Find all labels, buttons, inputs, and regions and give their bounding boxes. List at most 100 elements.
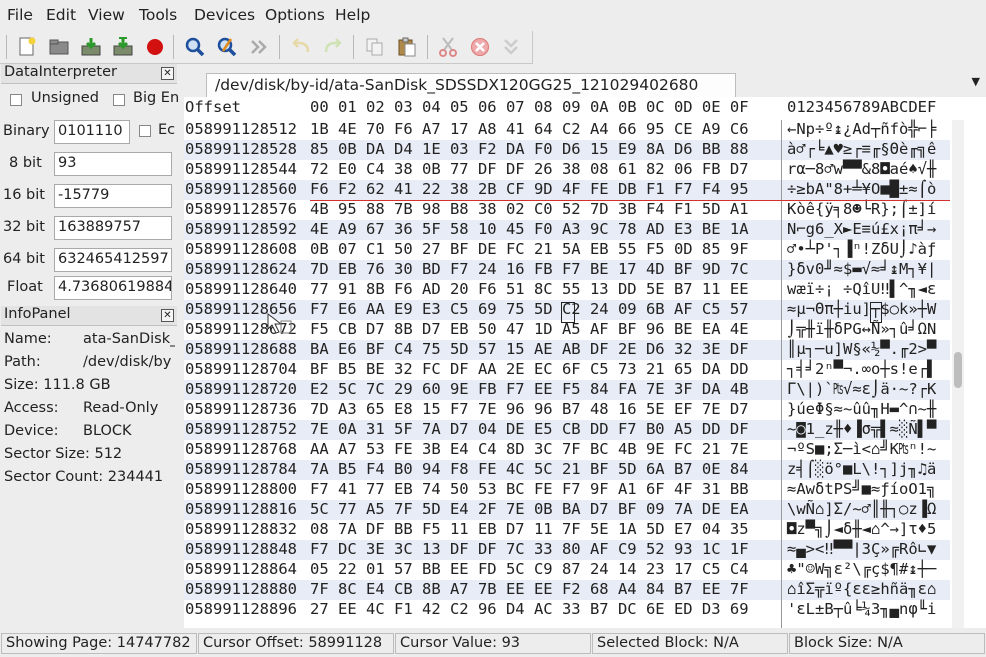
copy-icon[interactable] — [364, 36, 386, 58]
menu-devices[interactable]: Devices — [194, 6, 255, 24]
big-endian-checkbox[interactable] — [113, 94, 125, 106]
row-offset[interactable]: 058991128560 — [185, 180, 297, 198]
row-ascii[interactable]: ⌂îΣ╦ïº{εε≥hñä╖ε⌂ — [787, 580, 936, 598]
row-ascii[interactable]: ≈▄><‼▀▀|3Ç»╔Rô∟▼ — [787, 540, 936, 558]
bit16-field[interactable]: -15779 — [54, 184, 172, 208]
row-ascii[interactable]: 'εL±B┬û╘¼3╖▄nφ╙i — [787, 600, 936, 618]
find-replace-icon[interactable] — [216, 36, 238, 58]
row-offset[interactable]: 058991128512 — [185, 120, 297, 138]
row-offset[interactable]: 058991128784 — [185, 460, 297, 478]
hex-row[interactable]: 058991128576 4B 95 88 7B 98 B8 38 02 C0 5… — [184, 200, 950, 220]
scrollbar-thumb[interactable] — [954, 352, 962, 388]
row-hex-bytes[interactable]: F6 F2 62 41 22 38 2B CF 9D 4F FE DB F1 F… — [310, 180, 749, 198]
bit32-field[interactable]: 163889757 — [54, 216, 172, 240]
save-as-icon[interactable] — [112, 36, 134, 58]
row-ascii[interactable]: ~◙1_z╫♦▐σ╦▌≈░Ñ▌▀ — [787, 420, 936, 438]
goto-icon[interactable] — [248, 36, 270, 58]
row-ascii[interactable]: wæï÷¡ ÷QîU‼▌^╖◄ε — [787, 280, 936, 298]
hex-row[interactable]: 058991128720 E2 5C 7C 29 60 9E FB F7 EE F… — [184, 380, 950, 400]
hex-row[interactable]: 058991128704 BF B5 BE 32 FC DF AA 2E EC 6… — [184, 360, 950, 380]
hex-row[interactable]: 058991128640 77 91 8B F6 AD 20 F6 51 8C 5… — [184, 280, 950, 300]
record-icon[interactable] — [144, 36, 166, 58]
row-offset[interactable]: 058991128576 — [185, 200, 297, 218]
redo-icon[interactable] — [322, 36, 344, 58]
row-offset[interactable]: 058991128736 — [185, 400, 297, 418]
row-offset[interactable]: 058991128832 — [185, 520, 297, 538]
open-icon[interactable] — [48, 36, 70, 58]
row-ascii[interactable]: \wÑ⌂]Σ/~♂║╫┐○z▐Ω — [787, 500, 936, 518]
hex-row[interactable]: 058991128688 BA E6 BF C4 75 5D 57 15 AE A… — [184, 340, 950, 360]
unsigned-checkbox[interactable] — [10, 94, 22, 106]
bit8-field[interactable]: 93 — [54, 152, 172, 176]
row-offset[interactable]: 058991128864 — [185, 560, 297, 578]
row-hex-bytes[interactable]: 7E 0A 31 5F 7A D7 04 DE E5 CB DD F7 B0 A… — [310, 420, 749, 438]
row-ascii[interactable]: ÷≥bA"8+╧¥O■█±≈⌠ò — [787, 180, 936, 198]
undo-icon[interactable] — [290, 36, 312, 58]
hex-row[interactable]: 058991128512 1B 4E 70 F6 A7 17 A8 41 64 C… — [184, 120, 950, 140]
hex-row[interactable]: 058991128848 F7 DC 3E 3C 13 DF DF 7C 33 8… — [184, 540, 950, 560]
row-hex-bytes[interactable]: 7A B5 F4 B0 94 F8 FE 4C 5C 21 BF 5D 6A B… — [310, 460, 749, 478]
hex-row[interactable]: 058991128592 4E A9 67 36 5F 58 10 45 F0 A… — [184, 220, 950, 240]
row-hex-bytes[interactable]: AA A7 53 FE 3B E4 C4 8D 3C 7F BC 4B 9E F… — [310, 440, 749, 458]
row-ascii[interactable]: ¬ºS■;Σ─ì<⌂╝K₧ⁿ!~ — [787, 440, 936, 458]
row-ascii[interactable]: z╡⌠░ö°■L\!┐]j╖♫ä — [787, 460, 936, 478]
insert-icon[interactable] — [500, 36, 522, 58]
row-offset[interactable]: 058991128640 — [185, 280, 297, 298]
row-hex-bytes[interactable]: 7D A3 65 E8 15 F7 7E 96 96 B7 48 16 5E E… — [310, 400, 749, 418]
save-icon[interactable] — [80, 36, 102, 58]
row-offset[interactable]: 058991128528 — [185, 140, 297, 158]
row-ascii[interactable]: à♂┌╘▲♥≥┌≡╓§Θè╓╗ê — [787, 140, 936, 158]
close-icon[interactable]: ✕ — [161, 309, 174, 322]
close-icon[interactable]: ✕ — [161, 67, 174, 80]
row-hex-bytes[interactable]: F7 DC 3E 3C 13 DF DF 7C 33 80 AF C9 52 9… — [310, 540, 749, 558]
menu-file[interactable]: File — [7, 6, 33, 24]
menu-edit[interactable]: Edit — [46, 6, 76, 24]
menu-help[interactable]: Help — [335, 6, 370, 24]
row-hex-bytes[interactable]: 7D EB 76 30 BD F7 24 16 FB F7 BE 17 4D B… — [310, 260, 749, 278]
row-ascii[interactable]: ♂•┴P'┐▐ⁿ!ZδU⌡♪àƒ — [787, 240, 936, 258]
row-ascii[interactable]: ←Np÷º↨¿Ad┬ñfò╬⌐╞ — [787, 120, 936, 138]
row-offset[interactable]: 058991128768 — [185, 440, 297, 458]
delete-icon[interactable] — [469, 36, 491, 58]
row-hex-bytes[interactable]: E2 5C 7C 29 60 9E FB F7 EE F5 84 FA 7E 3… — [310, 380, 749, 398]
cut-icon[interactable] — [437, 36, 459, 58]
row-offset[interactable]: 058991128592 — [185, 220, 297, 238]
row-offset[interactable]: 058991128720 — [185, 380, 297, 398]
row-hex-bytes[interactable]: 72 E0 C4 38 0B 77 DF DF 26 38 08 61 82 0… — [310, 160, 749, 178]
binary-field[interactable]: 0101110 — [54, 120, 130, 144]
row-offset[interactable]: 058991128608 — [185, 240, 297, 258]
hex-row[interactable]: 058991128880 7F 8C E4 CB 8B A7 7B EE EE F… — [184, 580, 950, 600]
row-offset[interactable]: 058991128848 — [185, 540, 297, 558]
row-hex-bytes[interactable]: 5C 77 A5 7F 5D E4 2F 7E 0B BA D7 BF 09 7… — [310, 500, 749, 518]
row-hex-bytes[interactable]: 85 0B DA D4 1E 03 F2 DA F0 D6 15 E9 8A D… — [310, 140, 749, 158]
row-offset[interactable]: 058991128816 — [185, 500, 297, 518]
tab-list-icon[interactable]: ▼ — [972, 75, 980, 88]
hex-row[interactable]: 058991128544 72 E0 C4 38 0B 77 DF DF 26 3… — [184, 160, 950, 180]
hex-row[interactable]: 058991128768 AA A7 53 FE 3B E4 C4 8D 3C 7… — [184, 440, 950, 460]
row-hex-bytes[interactable]: 05 22 01 57 BB EE FD 5C C9 87 24 14 23 1… — [310, 560, 749, 578]
row-hex-bytes[interactable]: 27 EE 4C F1 42 C2 96 D4 AC 33 B7 DC 6E E… — [310, 600, 749, 618]
row-hex-bytes[interactable]: F5 CB D7 8B D7 EB 50 47 1D A5 AF BF 96 B… — [310, 320, 749, 338]
hex-row[interactable]: 058991128528 85 0B DA D4 1E 03 F2 DA F0 D… — [184, 140, 950, 160]
row-hex-bytes[interactable]: F7 E6 AA E9 E3 C5 69 75 5D C2 24 09 6B A… — [310, 300, 749, 318]
hex-row[interactable]: 058991128560 F6 F2 62 41 22 38 2B CF 9D 4… — [184, 180, 950, 200]
hex-row[interactable]: 058991128784 7A B5 F4 B0 94 F8 FE 4C 5C 2… — [184, 460, 950, 480]
hex-row[interactable]: 058991128864 05 22 01 57 BB EE FD 5C C9 8… — [184, 560, 950, 580]
ec-checkbox[interactable] — [139, 125, 151, 137]
hex-row[interactable]: 058991128816 5C 77 A5 7F 5D E4 2F 7E 0B B… — [184, 500, 950, 520]
row-hex-bytes[interactable]: 0B 07 C1 50 27 BF DE FC 21 5A EB 55 F5 0… — [310, 240, 749, 258]
hex-row[interactable]: 058991128800 F7 41 77 EB 74 50 53 BC FE F… — [184, 480, 950, 500]
row-ascii[interactable]: ║µ┐─u]W§«½▀.╓2>▀ — [787, 340, 936, 358]
row-ascii[interactable]: }δv0╜≈$▬√≈╛↨M┐¥| — [787, 260, 936, 278]
row-hex-bytes[interactable]: BF B5 BE 32 FC DF AA 2E EC 6F C5 73 21 6… — [310, 360, 749, 378]
row-offset[interactable]: 058991128704 — [185, 360, 297, 378]
row-ascii[interactable]: ♣"☺W╗ε²\╔ç$¶#↨┼─ — [787, 560, 936, 578]
hex-row[interactable]: 058991128608 0B 07 C1 50 27 BF DE FC 21 5… — [184, 240, 950, 260]
hex-row[interactable]: 058991128896 27 EE 4C F1 42 C2 96 D4 AC 3… — [184, 600, 950, 620]
row-ascii[interactable]: Kòê{ÿ╕8☻└R};⌠±]í — [787, 200, 936, 218]
row-ascii[interactable]: ⌡╦╫ï╫δPG↔Ñ»┐û╛ΩN — [787, 320, 936, 338]
row-hex-bytes[interactable]: F7 41 77 EB 74 50 53 BC FE F7 9F A1 6F 4… — [310, 480, 749, 498]
hex-row[interactable]: 058991128672 F5 CB D7 8B D7 EB 50 47 1D A… — [184, 320, 950, 340]
row-ascii[interactable]: ┐╡╛2ⁿ▀¬.∞o┼s!e┌▌ — [787, 360, 936, 378]
float-field[interactable]: 4.736806198847 — [54, 276, 172, 300]
